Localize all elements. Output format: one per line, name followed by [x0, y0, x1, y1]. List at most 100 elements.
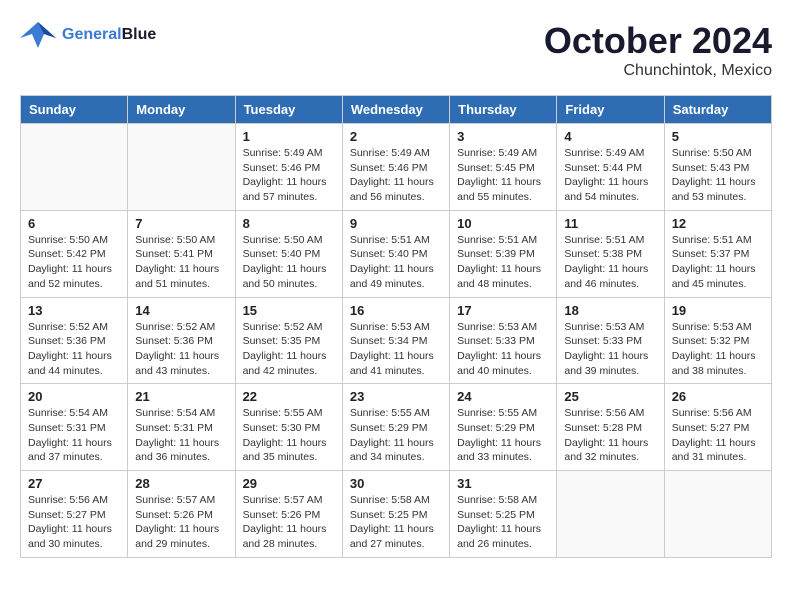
calendar-cell: 10 Sunrise: 5:51 AM Sunset: 5:39 PM Dayli… — [450, 210, 557, 297]
calendar-cell — [21, 124, 128, 211]
calendar-cell: 19Sunrise: 5:53 AM Sunset: 5:32 PM Dayli… — [664, 297, 771, 384]
day-number: 6 — [28, 216, 120, 231]
day-number: 29 — [243, 476, 335, 491]
day-info: Sunrise: 5:56 AM Sunset: 5:27 PM Dayligh… — [28, 493, 120, 552]
weekday-header: Tuesday — [235, 96, 342, 124]
day-info: Sunrise: 5:50 AM Sunset: 5:43 PM Dayligh… — [672, 146, 764, 205]
calendar-cell: 22Sunrise: 5:55 AM Sunset: 5:30 PM Dayli… — [235, 384, 342, 471]
page-header: GeneralBlue October 2024 Chunchintok, Me… — [20, 20, 772, 80]
day-info: Sunrise: 5:49 AM Sunset: 5:44 PM Dayligh… — [564, 146, 656, 205]
day-info: Sunrise: 5:55 AM Sunset: 5:30 PM Dayligh… — [243, 406, 335, 465]
day-number: 16 — [350, 303, 442, 318]
day-number: 8 — [243, 216, 335, 231]
calendar-cell: 18 Sunrise: 5:53 AM Sunset: 5:33 PM Dayli… — [557, 297, 664, 384]
calendar-cell: 9 Sunrise: 5:51 AM Sunset: 5:40 PM Daylig… — [342, 210, 449, 297]
day-number: 28 — [135, 476, 227, 491]
day-info: Sunrise: 5:52 AM Sunset: 5:35 PM Dayligh… — [243, 320, 335, 379]
calendar-cell: 27 Sunrise: 5:56 AM Sunset: 5:27 PM Dayli… — [21, 471, 128, 558]
day-number: 3 — [457, 129, 549, 144]
day-info: Sunrise: 5:53 AM Sunset: 5:34 PM Dayligh… — [350, 320, 442, 379]
weekday-header: Monday — [128, 96, 235, 124]
day-number: 30 — [350, 476, 442, 491]
day-number: 11 — [564, 216, 656, 231]
day-number: 1 — [243, 129, 335, 144]
day-info: Sunrise: 5:49 AM Sunset: 5:45 PM Dayligh… — [457, 146, 549, 205]
day-number: 18 — [564, 303, 656, 318]
calendar-cell — [664, 471, 771, 558]
day-info: Sunrise: 5:56 AM Sunset: 5:28 PM Dayligh… — [564, 406, 656, 465]
day-info: Sunrise: 5:57 AM Sunset: 5:26 PM Dayligh… — [135, 493, 227, 552]
day-info: Sunrise: 5:54 AM Sunset: 5:31 PM Dayligh… — [28, 406, 120, 465]
calendar-cell: 5 Sunrise: 5:50 AM Sunset: 5:43 PM Daylig… — [664, 124, 771, 211]
calendar-cell: 3 Sunrise: 5:49 AM Sunset: 5:45 PM Daylig… — [450, 124, 557, 211]
calendar-cell: 2 Sunrise: 5:49 AM Sunset: 5:46 PM Daylig… — [342, 124, 449, 211]
logo-text-general: General — [62, 26, 122, 43]
day-number: 25 — [564, 389, 656, 404]
weekday-header: Thursday — [450, 96, 557, 124]
day-info: Sunrise: 5:52 AM Sunset: 5:36 PM Dayligh… — [135, 320, 227, 379]
day-number: 24 — [457, 389, 549, 404]
calendar-table: SundayMondayTuesdayWednesdayThursdayFrid… — [20, 95, 772, 558]
calendar-cell: 25 Sunrise: 5:56 AM Sunset: 5:28 PM Dayli… — [557, 384, 664, 471]
calendar-week-row: 27 Sunrise: 5:56 AM Sunset: 5:27 PM Dayli… — [21, 471, 772, 558]
calendar-cell: 8 Sunrise: 5:50 AM Sunset: 5:40 PM Daylig… — [235, 210, 342, 297]
day-number: 31 — [457, 476, 549, 491]
day-info: Sunrise: 5:51 AM Sunset: 5:39 PM Dayligh… — [457, 233, 549, 292]
day-info: Sunrise: 5:55 AM Sunset: 5:29 PM Dayligh… — [457, 406, 549, 465]
calendar-week-row: 20Sunrise: 5:54 AM Sunset: 5:31 PM Dayli… — [21, 384, 772, 471]
location: Chunchintok, Mexico — [544, 62, 772, 80]
calendar-cell — [557, 471, 664, 558]
weekday-header: Friday — [557, 96, 664, 124]
day-info: Sunrise: 5:58 AM Sunset: 5:25 PM Dayligh… — [350, 493, 442, 552]
calendar-header-row: SundayMondayTuesdayWednesdayThursdayFrid… — [21, 96, 772, 124]
day-info: Sunrise: 5:50 AM Sunset: 5:40 PM Dayligh… — [243, 233, 335, 292]
day-info: Sunrise: 5:53 AM Sunset: 5:33 PM Dayligh… — [457, 320, 549, 379]
calendar-cell: 30 Sunrise: 5:58 AM Sunset: 5:25 PM Dayli… — [342, 471, 449, 558]
day-number: 7 — [135, 216, 227, 231]
calendar-cell: 11 Sunrise: 5:51 AM Sunset: 5:38 PM Dayli… — [557, 210, 664, 297]
calendar-week-row: 6 Sunrise: 5:50 AM Sunset: 5:42 PM Daylig… — [21, 210, 772, 297]
day-info: Sunrise: 5:49 AM Sunset: 5:46 PM Dayligh… — [350, 146, 442, 205]
day-number: 17 — [457, 303, 549, 318]
day-number: 14 — [135, 303, 227, 318]
calendar-cell: 16 Sunrise: 5:53 AM Sunset: 5:34 PM Dayli… — [342, 297, 449, 384]
calendar-week-row: 1 Sunrise: 5:49 AM Sunset: 5:46 PM Daylig… — [21, 124, 772, 211]
day-number: 21 — [135, 389, 227, 404]
day-number: 9 — [350, 216, 442, 231]
day-info: Sunrise: 5:57 AM Sunset: 5:26 PM Dayligh… — [243, 493, 335, 552]
day-number: 5 — [672, 129, 764, 144]
day-number: 2 — [350, 129, 442, 144]
day-number: 10 — [457, 216, 549, 231]
day-number: 26 — [672, 389, 764, 404]
weekday-header: Wednesday — [342, 96, 449, 124]
day-info: Sunrise: 5:52 AM Sunset: 5:36 PM Dayligh… — [28, 320, 120, 379]
logo-text-blue: Blue — [122, 26, 157, 43]
calendar-cell: 31 Sunrise: 5:58 AM Sunset: 5:25 PM Dayli… — [450, 471, 557, 558]
day-info: Sunrise: 5:51 AM Sunset: 5:40 PM Dayligh… — [350, 233, 442, 292]
calendar-week-row: 13 Sunrise: 5:52 AM Sunset: 5:36 PM Dayli… — [21, 297, 772, 384]
month-title: October 2024 — [544, 20, 772, 62]
calendar-cell: 15 Sunrise: 5:52 AM Sunset: 5:35 PM Dayli… — [235, 297, 342, 384]
calendar-cell: 23 Sunrise: 5:55 AM Sunset: 5:29 PM Dayli… — [342, 384, 449, 471]
day-info: Sunrise: 5:53 AM Sunset: 5:32 PM Dayligh… — [672, 320, 764, 379]
day-number: 12 — [672, 216, 764, 231]
day-number: 23 — [350, 389, 442, 404]
day-number: 13 — [28, 303, 120, 318]
calendar-cell: 28 Sunrise: 5:57 AM Sunset: 5:26 PM Dayli… — [128, 471, 235, 558]
calendar-cell: 26Sunrise: 5:56 AM Sunset: 5:27 PM Dayli… — [664, 384, 771, 471]
weekday-header: Sunday — [21, 96, 128, 124]
calendar-cell: 12Sunrise: 5:51 AM Sunset: 5:37 PM Dayli… — [664, 210, 771, 297]
calendar-cell: 7Sunrise: 5:50 AM Sunset: 5:41 PM Daylig… — [128, 210, 235, 297]
title-block: October 2024 Chunchintok, Mexico — [544, 20, 772, 80]
day-info: Sunrise: 5:50 AM Sunset: 5:42 PM Dayligh… — [28, 233, 120, 292]
day-number: 4 — [564, 129, 656, 144]
day-number: 27 — [28, 476, 120, 491]
day-info: Sunrise: 5:53 AM Sunset: 5:33 PM Dayligh… — [564, 320, 656, 379]
day-info: Sunrise: 5:58 AM Sunset: 5:25 PM Dayligh… — [457, 493, 549, 552]
day-info: Sunrise: 5:51 AM Sunset: 5:38 PM Dayligh… — [564, 233, 656, 292]
weekday-header: Saturday — [664, 96, 771, 124]
day-number: 15 — [243, 303, 335, 318]
day-info: Sunrise: 5:55 AM Sunset: 5:29 PM Dayligh… — [350, 406, 442, 465]
calendar-cell: 21Sunrise: 5:54 AM Sunset: 5:31 PM Dayli… — [128, 384, 235, 471]
calendar-cell: 6 Sunrise: 5:50 AM Sunset: 5:42 PM Daylig… — [21, 210, 128, 297]
